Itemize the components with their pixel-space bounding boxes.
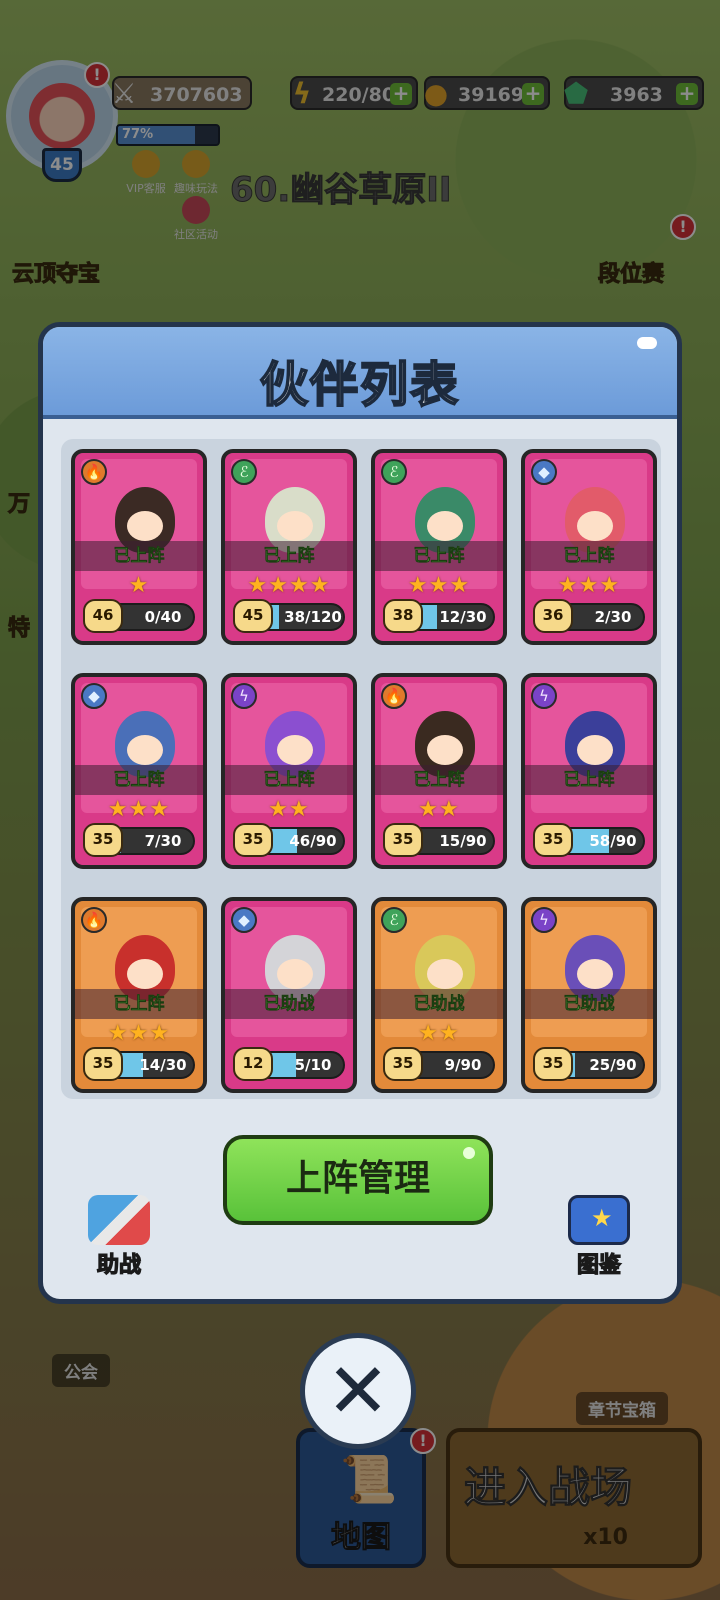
partner-level-badge: 38: [383, 599, 423, 633]
partner-status: 已助战: [375, 989, 503, 1019]
partner-card[interactable]: ◆ 已上阵 ★★★ 2/30 36: [521, 449, 657, 645]
partner-level-badge: 35: [533, 1047, 573, 1081]
fire-element-icon: 🔥: [81, 907, 107, 933]
fire-element-icon: 🔥: [81, 459, 107, 485]
partner-card[interactable]: ◆ 已助战 5/10 12: [221, 897, 357, 1093]
partner-level-badge: 35: [383, 823, 423, 857]
partner-list-modal: 伙伴列表 🔥 已上阵 ★ 0/40 46 ℰ 已上阵 ★★★★ 38/120 45 ℰ 已上阵 ★★★ 1…: [38, 322, 682, 1304]
ice-element-icon: ◆: [531, 459, 557, 485]
partner-status: 已上阵: [225, 765, 353, 795]
shard-progress-text: 15/90: [439, 832, 487, 850]
partner-status: 已上阵: [525, 541, 653, 571]
partner-card[interactable]: ℰ 已上阵 ★★★★ 38/120 45: [221, 449, 357, 645]
assist-button[interactable]: 助战: [79, 1195, 159, 1279]
partner-card[interactable]: 🔥 已上阵 ★★★ 14/30 35: [71, 897, 207, 1093]
star-rating: ★★: [268, 797, 310, 822]
partner-status: 已上阵: [75, 989, 203, 1019]
partner-level-badge: 46: [83, 599, 123, 633]
partner-status: 已上阵: [75, 765, 203, 795]
partner-card[interactable]: 🔥 已上阵 ★ 0/40 46: [71, 449, 207, 645]
shard-progress-text: 7/30: [144, 832, 182, 850]
partner-level-badge: 35: [83, 1047, 123, 1081]
star-rating: ★★: [418, 1021, 460, 1046]
partner-level-badge: 35: [83, 823, 123, 857]
partner-card[interactable]: ◆ 已上阵 ★★★ 7/30 35: [71, 673, 207, 869]
modal-title: 伙伴列表: [259, 356, 460, 414]
partner-level-badge: 36: [533, 599, 573, 633]
partner-card[interactable]: ϟ 已助战 25/90 35: [521, 897, 657, 1093]
shard-progress-text: 46/90: [289, 832, 337, 850]
partner-status: 已上阵: [225, 541, 353, 571]
partner-card[interactable]: ℰ 已上阵 ★★★ 12/30 38: [371, 449, 507, 645]
ice-element-icon: ◆: [231, 907, 257, 933]
thunder-element-icon: ϟ: [531, 683, 557, 709]
thunder-element-icon: ϟ: [231, 683, 257, 709]
shard-progress-text: 25/90: [589, 1056, 637, 1074]
partner-level-badge: 35: [233, 823, 273, 857]
shard-progress-text: 38/120: [284, 608, 342, 626]
book-icon: ★: [568, 1195, 630, 1245]
partner-level-badge: 35: [383, 1047, 423, 1081]
star-rating: ★★★★: [247, 573, 331, 598]
close-icon[interactable]: ✕: [300, 1333, 416, 1449]
header-decoration: [637, 337, 657, 349]
star-rating: ★★★: [407, 573, 471, 598]
partner-level-badge: 35: [533, 823, 573, 857]
partner-status: 已助战: [525, 989, 653, 1019]
partner-status: 已上阵: [375, 765, 503, 795]
shard-progress-text: 58/90: [589, 832, 637, 850]
star-icon: ★: [591, 1204, 613, 1232]
shard-progress-text: 9/90: [444, 1056, 482, 1074]
partner-card[interactable]: ϟ 已上阵 58/90 35: [521, 673, 657, 869]
star-rating: ★★★: [107, 797, 171, 822]
partner-level-badge: 12: [233, 1047, 273, 1081]
partner-status: 已上阵: [75, 541, 203, 571]
star-rating: ★: [128, 573, 150, 598]
wind-element-icon: ℰ: [381, 459, 407, 485]
partner-level-badge: 45: [233, 599, 273, 633]
star-rating: ★★: [418, 797, 460, 822]
codex-button[interactable]: ★ 图鉴: [559, 1195, 639, 1279]
partner-card[interactable]: 🔥 已上阵 ★★ 15/90 35: [371, 673, 507, 869]
partner-card[interactable]: ℰ 已助战 ★★ 9/90 35: [371, 897, 507, 1093]
shard-progress-text: 5/10: [294, 1056, 332, 1074]
wind-element-icon: ℰ: [381, 907, 407, 933]
star-rating: ★★★: [107, 1021, 171, 1046]
shard-progress-text: 0/40: [144, 608, 182, 626]
fire-element-icon: 🔥: [381, 683, 407, 709]
partner-status: 已上阵: [375, 541, 503, 571]
partner-grid: 🔥 已上阵 ★ 0/40 46 ℰ 已上阵 ★★★★ 38/120 45 ℰ 已上阵 ★★★ 12/30 3…: [71, 449, 657, 1093]
assist-label: 助战: [96, 1252, 141, 1278]
modal-header: 伙伴列表: [43, 327, 677, 419]
thunder-element-icon: ϟ: [531, 907, 557, 933]
shard-progress-text: 12/30: [439, 608, 487, 626]
partner-status: 已助战: [225, 989, 353, 1019]
star-rating: ★★★: [557, 573, 621, 598]
partner-status: 已上阵: [525, 765, 653, 795]
lineup-management-button[interactable]: 上阵管理: [223, 1135, 493, 1225]
wind-element-icon: ℰ: [231, 459, 257, 485]
ice-element-icon: ◆: [81, 683, 107, 709]
codex-label: 图鉴: [576, 1252, 621, 1278]
handshake-icon: [88, 1195, 150, 1245]
shard-progress-text: 14/30: [139, 1056, 187, 1074]
partner-card[interactable]: ϟ 已上阵 ★★ 46/90 35: [221, 673, 357, 869]
shard-progress-text: 2/30: [594, 608, 632, 626]
